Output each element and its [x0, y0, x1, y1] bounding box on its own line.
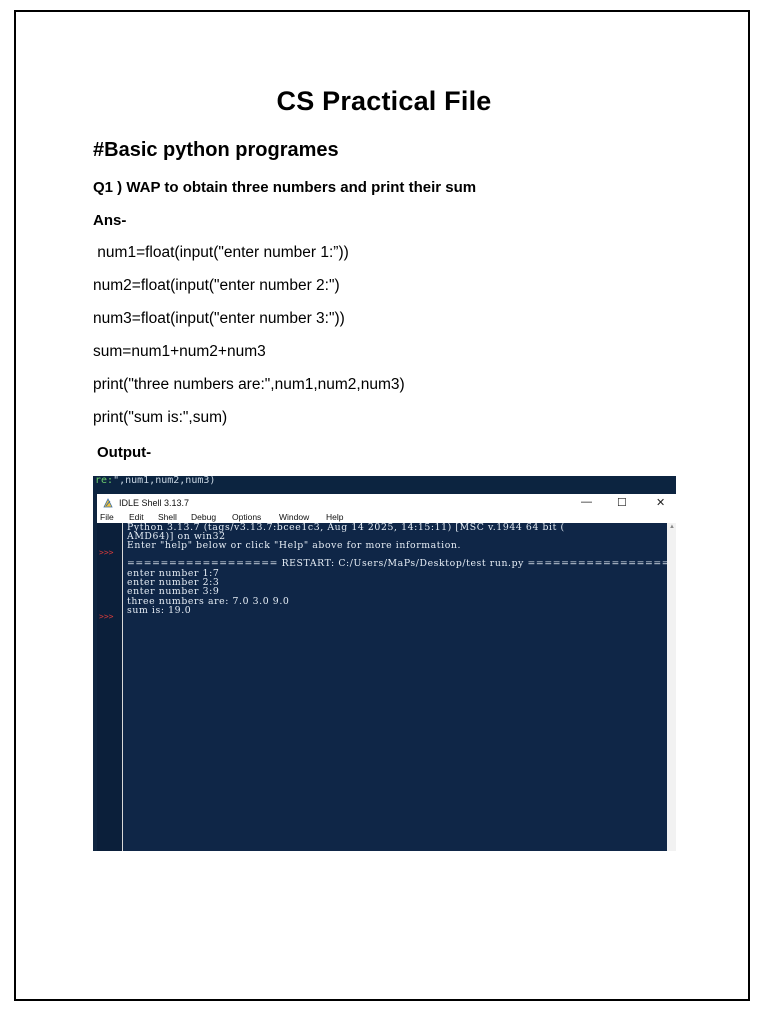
document-title: CS Practical File: [276, 86, 492, 116]
answer-label: Ans-: [93, 212, 127, 229]
shell-text-area[interactable]: Python 3.13.7 (tags/v3.13.7:bcee1c3, Aug…: [123, 522, 676, 851]
menu-options[interactable]: Options: [232, 512, 261, 522]
menu-shell[interactable]: Shell: [158, 512, 177, 522]
scroll-up-icon[interactable]: ▲: [669, 524, 675, 530]
code-line: sum=num1+num2+num3: [93, 343, 266, 360]
strip-text: ",num1,num2,num3): [113, 476, 216, 486]
code-line: num3=float(input("enter number 3:")): [93, 310, 345, 327]
question-text: Q1 ) WAP to obtain three numbers and pri…: [93, 179, 477, 196]
minimize-button[interactable]: —: [581, 496, 592, 508]
close-button[interactable]: ✕: [656, 496, 665, 509]
menu-debug[interactable]: Debug: [191, 512, 216, 522]
output-label: Output-: [97, 444, 152, 461]
prompt-gutter: >>> >>>: [97, 523, 122, 851]
shell-output-line: sum is: 19.0: [127, 605, 192, 616]
shell-prompt: >>>: [99, 612, 114, 621]
code-line: num2=float(input("enter number 2:"): [93, 277, 340, 294]
section-heading: #Basic python programes: [93, 139, 339, 161]
idle-window: IDLE Shell 3.13.7 — ☐ ✕ File Edit Shell …: [97, 494, 676, 851]
shell-output-line: Enter "help" below or click "Help" above…: [127, 540, 462, 551]
menu-window[interactable]: Window: [279, 512, 309, 522]
window-titlebar: IDLE Shell 3.13.7 — ☐ ✕: [97, 494, 676, 512]
window-title: IDLE Shell 3.13.7: [119, 498, 190, 508]
shell-prompt: >>>: [99, 548, 114, 557]
background-code-strip: re:",num1,num2,num3): [93, 476, 676, 494]
code-line: num1=float(input("enter number 1:”)): [93, 244, 349, 261]
menu-edit[interactable]: Edit: [129, 512, 144, 522]
vertical-scrollbar[interactable]: ▲: [667, 523, 676, 851]
python-idle-icon: [103, 498, 113, 508]
idle-screenshot: re:",num1,num2,num3) IDLE Shell 3.13.7 —…: [93, 476, 676, 851]
strip-text-green: re:: [95, 476, 114, 486]
shell-editor[interactable]: >>> >>> Python 3.13.7 (tags/v3.13.7:bcee…: [97, 522, 676, 851]
code-line: print("three numbers are:",num1,num2,num…: [93, 376, 405, 393]
menu-help[interactable]: Help: [326, 512, 343, 522]
code-line: print("sum is:",sum): [93, 409, 228, 426]
menu-file[interactable]: File: [100, 512, 114, 522]
maximize-button[interactable]: ☐: [617, 496, 627, 509]
